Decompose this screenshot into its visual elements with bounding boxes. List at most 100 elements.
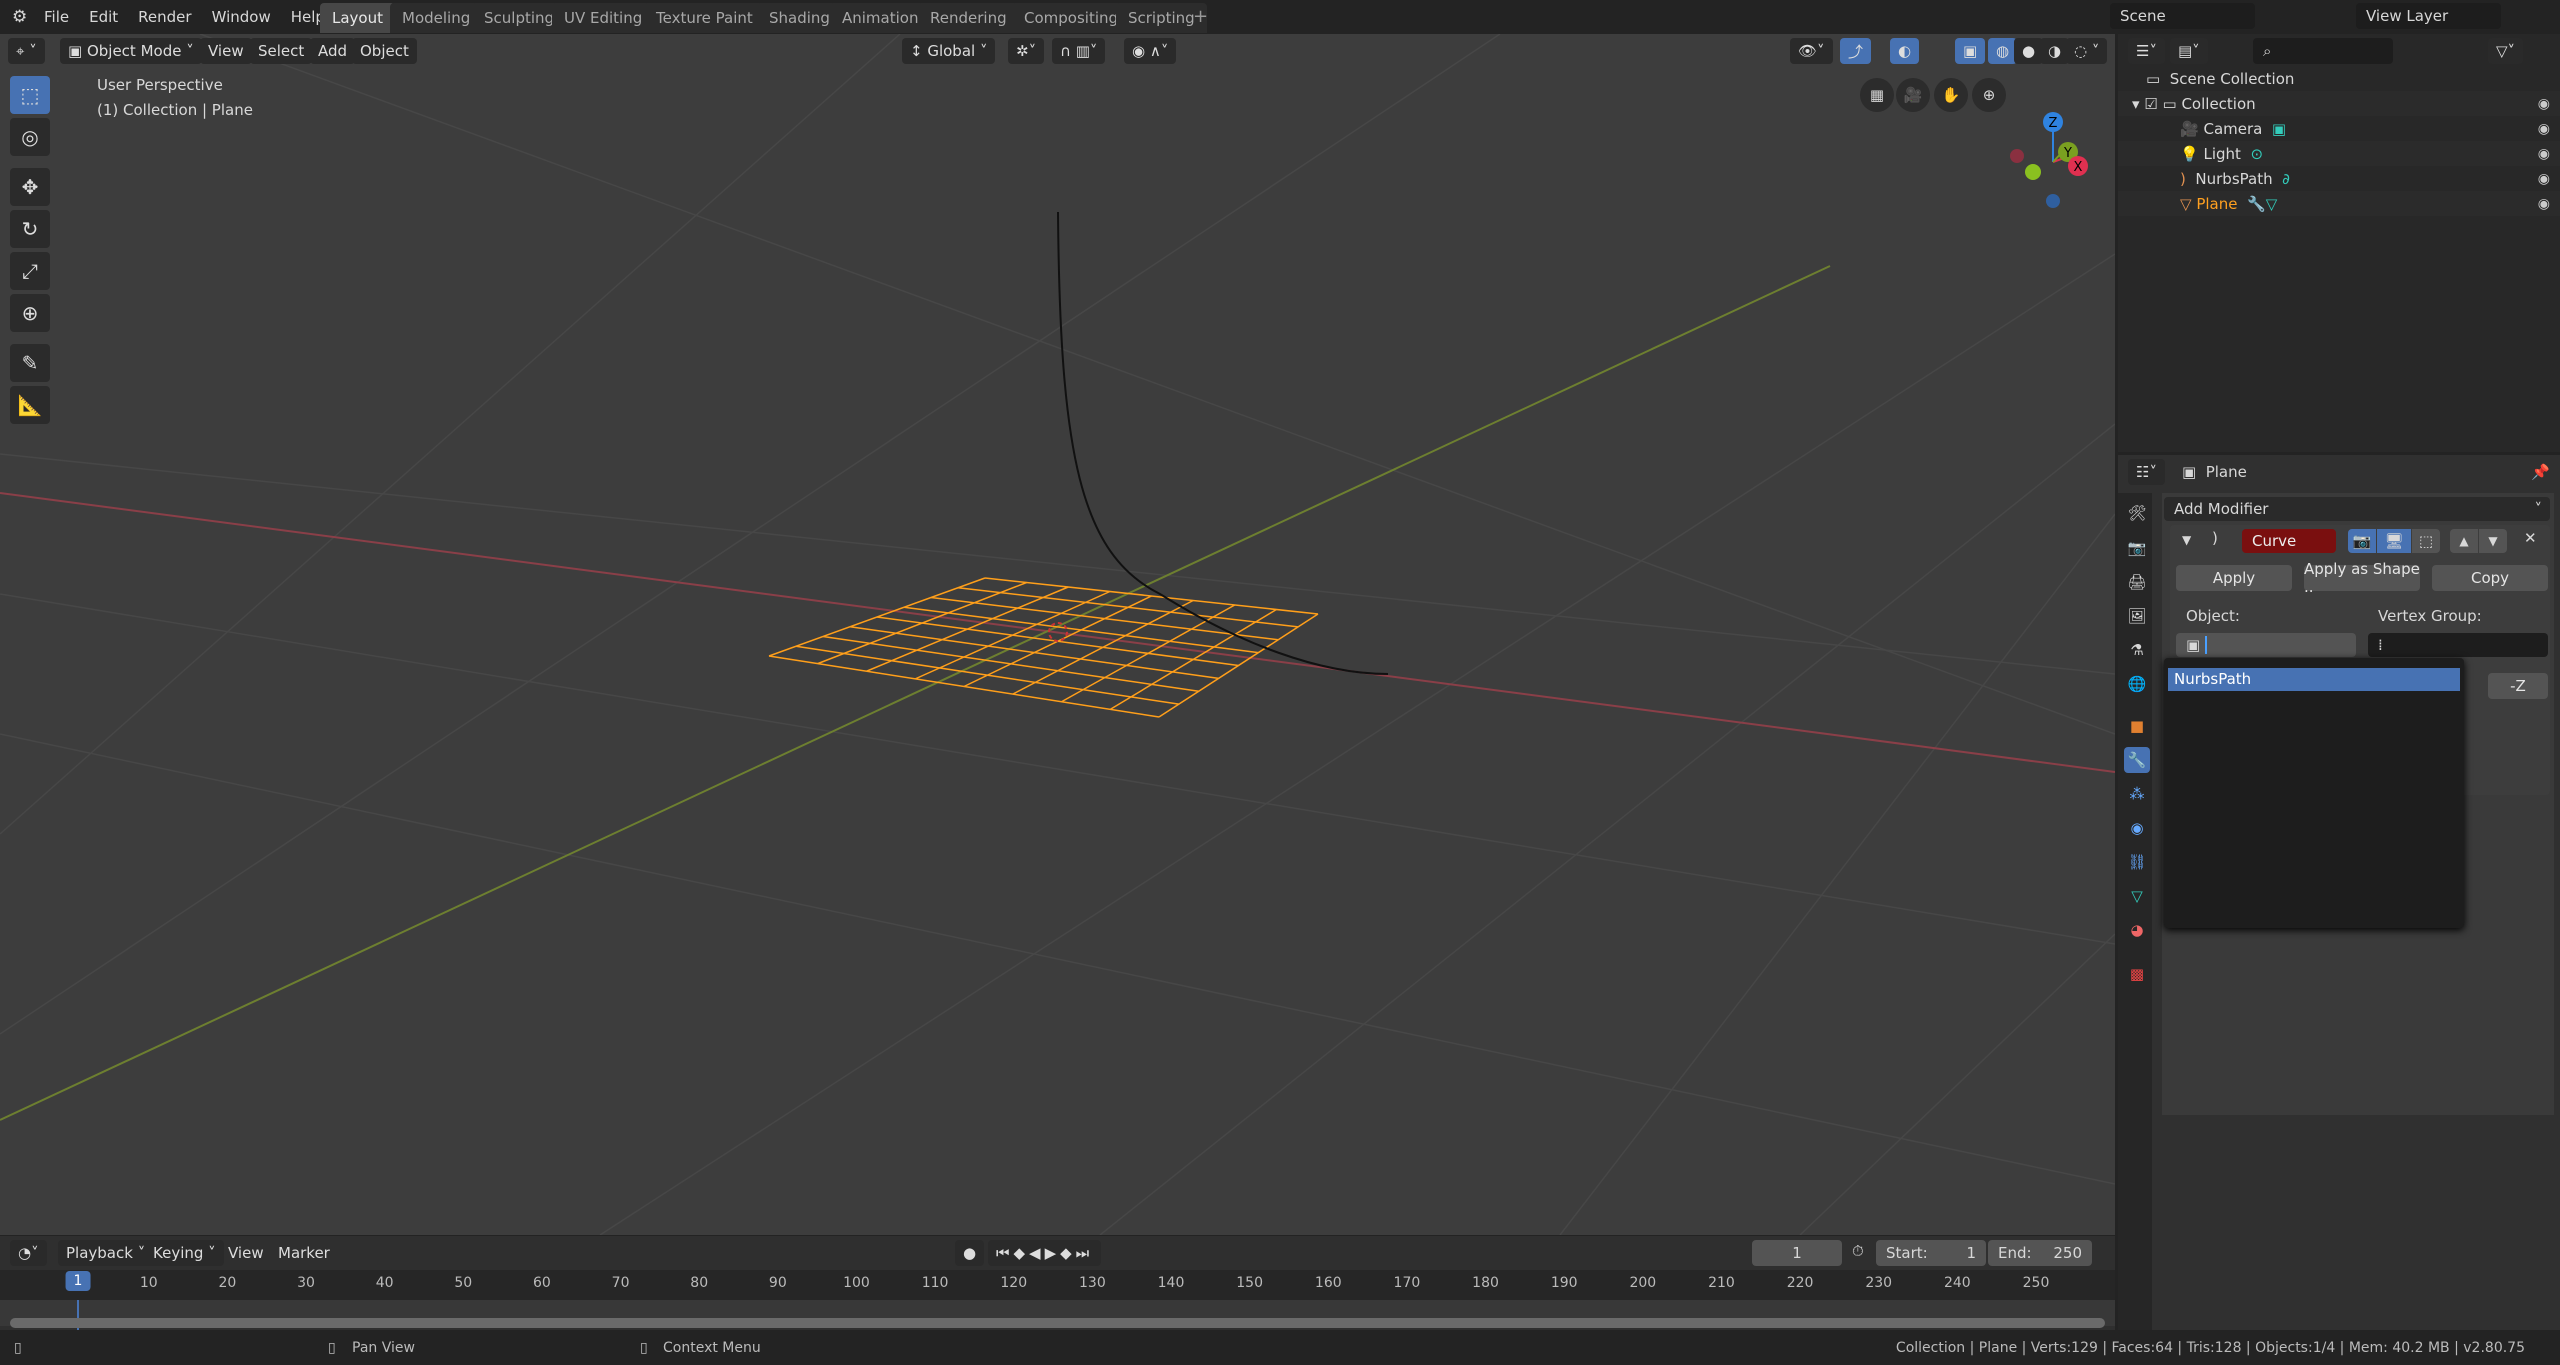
workspace-tab-animation[interactable]: Animation (830, 3, 931, 33)
viewport-toggle-icon[interactable]: 🖥 (2377, 529, 2411, 553)
outliner-filter-mode-icon[interactable]: ▤˅ (2170, 38, 2208, 64)
workspace-tab-modeling[interactable]: Modeling (390, 3, 483, 33)
proportional-edit-icon[interactable]: ◉ ∧˅ (1124, 38, 1177, 64)
outliner-item-plane[interactable]: ▽ Plane 🔧 ▽ ◉ (2118, 191, 2560, 216)
view-layer-selector[interactable]: View Layer (2356, 3, 2501, 29)
material-shading-icon[interactable]: ◑ (2040, 38, 2070, 64)
move-up-icon[interactable]: ▲ (2450, 529, 2478, 553)
orientation-selector[interactable]: ↕ Global ˅ (902, 38, 996, 64)
view-menu[interactable]: View (200, 38, 252, 64)
modifier-tab-icon[interactable]: 🔧 (2124, 747, 2150, 773)
overlay-toggle-icon[interactable]: ◐ (1890, 38, 1920, 64)
select-menu[interactable]: Select (250, 38, 313, 64)
outliner-item-light[interactable]: 💡 Light ⊙ ◉ (2118, 141, 2560, 166)
view-layer-tab-icon[interactable]: 🖼 (2124, 603, 2150, 629)
navigation-gizmo[interactable]: Z Y X (2000, 74, 2110, 224)
pin-icon[interactable]: 📌 (2531, 463, 2550, 481)
visibility-icon[interactable]: 👁˅ (1790, 38, 1833, 64)
deform-axis-neg-z[interactable]: -Z (2488, 673, 2548, 699)
measure-tool-icon[interactable]: 📐 (10, 386, 50, 424)
annotate-tool-icon[interactable]: ✎ (10, 344, 50, 382)
timeline-editor-type-icon[interactable]: ◔˅ (10, 1240, 47, 1266)
dropdown-item-nurbspath[interactable]: NurbsPath (2168, 668, 2460, 691)
outliner-item-camera[interactable]: 🎥 Camera ▣ ◉ (2118, 116, 2560, 141)
apply-as-shape-button[interactable]: Apply as Shape .. (2304, 560, 2420, 596)
select-box-tool-icon[interactable]: ⬚ (10, 76, 50, 114)
outliner-filter-icon[interactable]: ▽˅ (2488, 38, 2524, 64)
timeline-view-menu[interactable]: View (220, 1240, 272, 1266)
remove-modifier-icon[interactable]: ✕ (2524, 529, 2537, 547)
scene-selector[interactable]: Scene (2110, 3, 2255, 29)
menu-window[interactable]: Window (202, 8, 281, 26)
add-workspace-button[interactable]: + (1193, 6, 1208, 27)
add-menu[interactable]: Add (310, 38, 356, 64)
mesh-data-tab-icon[interactable]: ▽ (2124, 883, 2150, 909)
keying-menu[interactable]: Keying ˅ (145, 1240, 224, 1266)
wireframe-shading-icon[interactable]: ◍ (1988, 38, 2018, 64)
scene-tab-icon[interactable]: ⚗ (2124, 637, 2150, 663)
outliner-display-mode-icon[interactable]: ☰˅ (2128, 38, 2165, 64)
render-toggle-icon[interactable]: 📷 (2348, 529, 2376, 553)
marker-menu[interactable]: Marker (270, 1240, 338, 1266)
physics-tab-icon[interactable]: ◉ (2124, 815, 2150, 841)
add-modifier-dropdown[interactable]: Add Modifier ˅ (2164, 497, 2550, 521)
collapse-arrow-icon[interactable]: ▼ (2182, 533, 2191, 547)
texture-tab-icon[interactable]: ▩ (2124, 961, 2150, 987)
vertex-group-input[interactable]: ⁞ (2368, 633, 2548, 657)
transform-tool-icon[interactable]: ⊕ (10, 294, 50, 332)
blender-logo-icon[interactable]: ⚙ (12, 7, 27, 27)
editmode-toggle-icon[interactable]: ⬚ (2412, 529, 2440, 553)
menu-edit[interactable]: Edit (79, 8, 128, 26)
mode-selector[interactable]: ▣ Object Mode ˅ (60, 38, 202, 64)
eye-icon[interactable]: ◉ (2538, 96, 2550, 112)
editor-type-button[interactable]: ⌖ ˅ (8, 38, 45, 64)
copy-button[interactable]: Copy (2432, 565, 2548, 591)
pivot-icon[interactable]: ✲˅ (1008, 38, 1045, 64)
end-frame-input[interactable]: End: 250 (1988, 1240, 2092, 1266)
workspace-tab-layout[interactable]: Layout (320, 3, 395, 33)
material-tab-icon[interactable]: ◕ (2124, 917, 2150, 943)
output-tab-icon[interactable]: 🖨 (2124, 569, 2150, 595)
object-input[interactable]: ▣ (2176, 633, 2356, 657)
gizmo-toggle-icon[interactable]: ⤴ (1840, 38, 1872, 64)
eye-icon[interactable]: ◉ (2538, 171, 2550, 187)
snap-icon[interactable]: ∩ ▥˅ (1052, 38, 1106, 64)
collection-row[interactable]: ▾ ☑ ▭ Collection ◉ (2118, 91, 2560, 116)
eye-icon[interactable]: ◉ (2538, 121, 2550, 137)
outliner-item-nurbspath[interactable]: ) NurbsPath ∂ ◉ (2118, 166, 2560, 191)
workspace-tab-compositing[interactable]: Compositing (1012, 3, 1131, 33)
properties-editor-type-icon[interactable]: ☷˅ (2128, 459, 2165, 485)
3d-viewport[interactable]: ⌖ ˅ ▣ Object Mode ˅ View Select Add Obje… (0, 34, 2115, 1235)
modifier-name-input[interactable]: Curve (2242, 529, 2336, 553)
camera-view-icon[interactable]: 🎥 (1896, 78, 1930, 112)
workspace-tab-rendering[interactable]: Rendering (918, 3, 1019, 33)
outliner-search-input[interactable]: ⌕ (2253, 38, 2393, 64)
menu-render[interactable]: Render (128, 8, 201, 26)
workspace-tab-uv-editing[interactable]: UV Editing (552, 3, 655, 33)
render-tab-icon[interactable]: 📷 (2124, 535, 2150, 561)
tool-tab-icon[interactable]: 🛠 (2124, 500, 2150, 526)
playback-controls[interactable]: ⏮◆◀▶◆⏭ (988, 1240, 1102, 1266)
move-down-icon[interactable]: ▼ (2479, 529, 2507, 553)
playback-menu[interactable]: Playback ˅ (58, 1240, 154, 1266)
record-icon[interactable]: ● (955, 1240, 985, 1266)
workspace-tab-texture-paint[interactable]: Texture Paint (644, 3, 765, 33)
world-tab-icon[interactable]: 🌐 (2124, 671, 2150, 697)
scene-collection-row[interactable]: ▭ Scene Collection (2118, 66, 2560, 91)
apply-button[interactable]: Apply (2176, 565, 2292, 591)
solid-shading-icon[interactable]: ● (2014, 38, 2044, 64)
xray-icon[interactable]: ▣ (1955, 38, 1986, 64)
particles-tab-icon[interactable]: ⁂ (2124, 781, 2150, 807)
start-frame-input[interactable]: Start: 1 (1876, 1240, 1986, 1266)
rendered-shading-icon[interactable]: ◌ ˅ (2066, 38, 2108, 64)
eye-icon[interactable]: ◉ (2538, 146, 2550, 162)
constraints-tab-icon[interactable]: ⛓ (2124, 849, 2150, 875)
toggle-perspective-icon[interactable]: ▦ (1860, 78, 1894, 112)
rotate-tool-icon[interactable]: ↻ (10, 210, 50, 248)
object-tab-icon[interactable]: ■ (2124, 713, 2150, 739)
object-menu[interactable]: Object (352, 38, 417, 64)
menu-file[interactable]: File (34, 8, 79, 26)
current-frame-input[interactable]: 1 (1752, 1240, 1842, 1266)
pan-view-icon[interactable]: ✋ (1934, 78, 1968, 112)
cursor-tool-icon[interactable]: ◎ (10, 118, 50, 156)
